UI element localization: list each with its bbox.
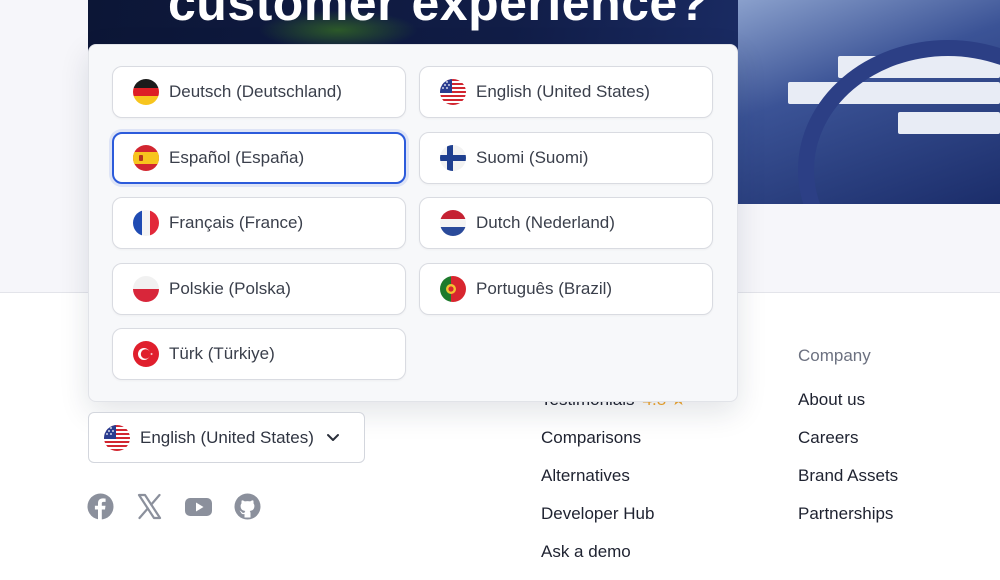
finland-flag-icon xyxy=(440,145,466,171)
language-option-label: Deutsch (Deutschland) xyxy=(169,82,342,101)
language-option-label: Türk (Türkiye) xyxy=(169,344,275,363)
france-flag-icon xyxy=(133,210,159,236)
github-icon[interactable] xyxy=(234,493,261,520)
language-option-label: Español (España) xyxy=(169,148,305,167)
language-select[interactable]: English (United States) xyxy=(88,412,365,463)
language-option-suomi[interactable]: Suomi (Suomi) xyxy=(419,132,713,184)
language-option-espanol[interactable]: Español (España) xyxy=(112,132,406,184)
netherlands-flag-icon xyxy=(440,210,466,236)
footer-link-about-us[interactable]: About us xyxy=(798,390,865,410)
x-icon[interactable] xyxy=(136,493,163,520)
language-option-polskie[interactable]: Polskie (Polska) xyxy=(112,263,406,315)
language-option-label: English (United States) xyxy=(476,82,650,101)
language-option-label: Dutch (Nederland) xyxy=(476,213,615,232)
staircase-rail-decoration xyxy=(798,40,1000,204)
language-option-dutch[interactable]: Dutch (Nederland) xyxy=(419,197,713,249)
chevron-down-icon xyxy=(326,433,339,441)
poland-flag-icon xyxy=(133,276,159,302)
language-select-label: English (United States) xyxy=(140,427,314,447)
footer-link-alternatives[interactable]: Alternatives xyxy=(541,466,630,486)
hero-heading: customer experience? xyxy=(168,0,709,31)
footer-link-ask-a-demo[interactable]: Ask a demo xyxy=(541,542,631,562)
language-dropdown-panel: Deutsch (Deutschland) English (United St… xyxy=(88,44,738,402)
hero-photo xyxy=(738,0,1000,204)
language-option-english[interactable]: English (United States) xyxy=(419,66,713,118)
footer-company-title: Company xyxy=(798,346,871,365)
turkey-flag-icon xyxy=(133,341,159,367)
us-flag-icon xyxy=(440,79,466,105)
portugal-flag-icon xyxy=(440,276,466,302)
footer-link-partnerships[interactable]: Partnerships xyxy=(798,504,893,524)
spain-flag-icon xyxy=(133,145,159,171)
language-option-label: Suomi (Suomi) xyxy=(476,148,589,167)
language-option-label: Polskie (Polska) xyxy=(169,279,291,298)
language-option-turk[interactable]: Türk (Türkiye) xyxy=(112,328,406,380)
facebook-icon[interactable] xyxy=(87,493,114,520)
language-option-label: Português (Brazil) xyxy=(476,279,613,298)
footer-link-developer-hub[interactable]: Developer Hub xyxy=(541,504,654,524)
language-option-portugues[interactable]: Português (Brazil) xyxy=(419,263,713,315)
us-flag-icon xyxy=(104,424,130,451)
youtube-icon[interactable] xyxy=(185,493,212,520)
language-option-label: Français (France) xyxy=(169,213,304,232)
language-option-deutsch[interactable]: Deutsch (Deutschland) xyxy=(112,66,406,118)
footer-link-careers[interactable]: Careers xyxy=(798,428,858,448)
language-option-francais[interactable]: Français (France) xyxy=(112,197,406,249)
footer-link-brand-assets[interactable]: Brand Assets xyxy=(798,466,898,486)
footer-link-comparisons[interactable]: Comparisons xyxy=(541,428,641,448)
germany-flag-icon xyxy=(133,79,159,105)
